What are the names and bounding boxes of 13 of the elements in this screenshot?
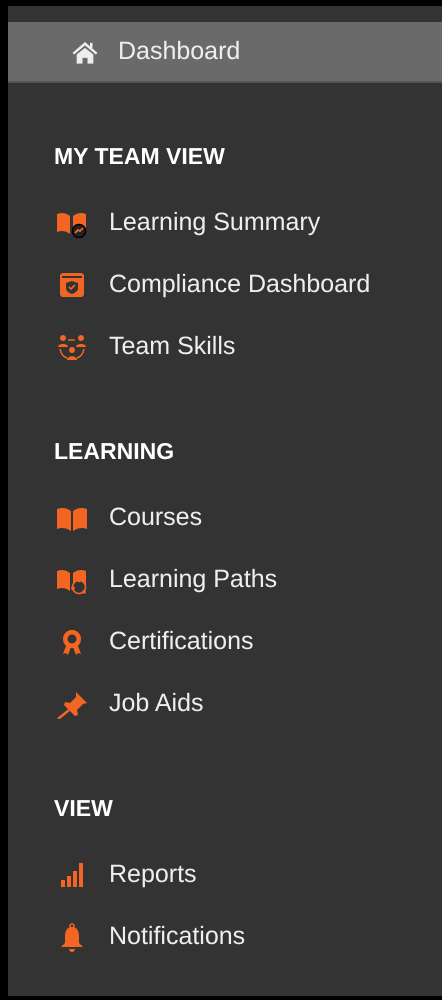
dashboard-nav-item[interactable]: Dashboard — [8, 22, 442, 83]
nav-item[interactable]: Reports — [8, 844, 442, 906]
nav-item[interactable]: Compliance Dashboard — [8, 254, 442, 316]
nav-item[interactable]: Learning Paths — [8, 549, 442, 611]
nav-item[interactable]: Team Skills — [8, 316, 442, 378]
nav-item[interactable]: Certifications — [8, 611, 442, 673]
nav-item[interactable]: Job Aids — [8, 673, 442, 735]
nav-item[interactable]: Learning Summary — [8, 192, 442, 254]
nav-item[interactable]: Courses — [8, 487, 442, 549]
section-heading: LEARNING — [54, 437, 176, 466]
section-heading: VIEW — [54, 794, 114, 823]
nav-item[interactable]: Notifications — [8, 906, 442, 968]
section-heading: MY TEAM VIEW — [54, 142, 226, 171]
